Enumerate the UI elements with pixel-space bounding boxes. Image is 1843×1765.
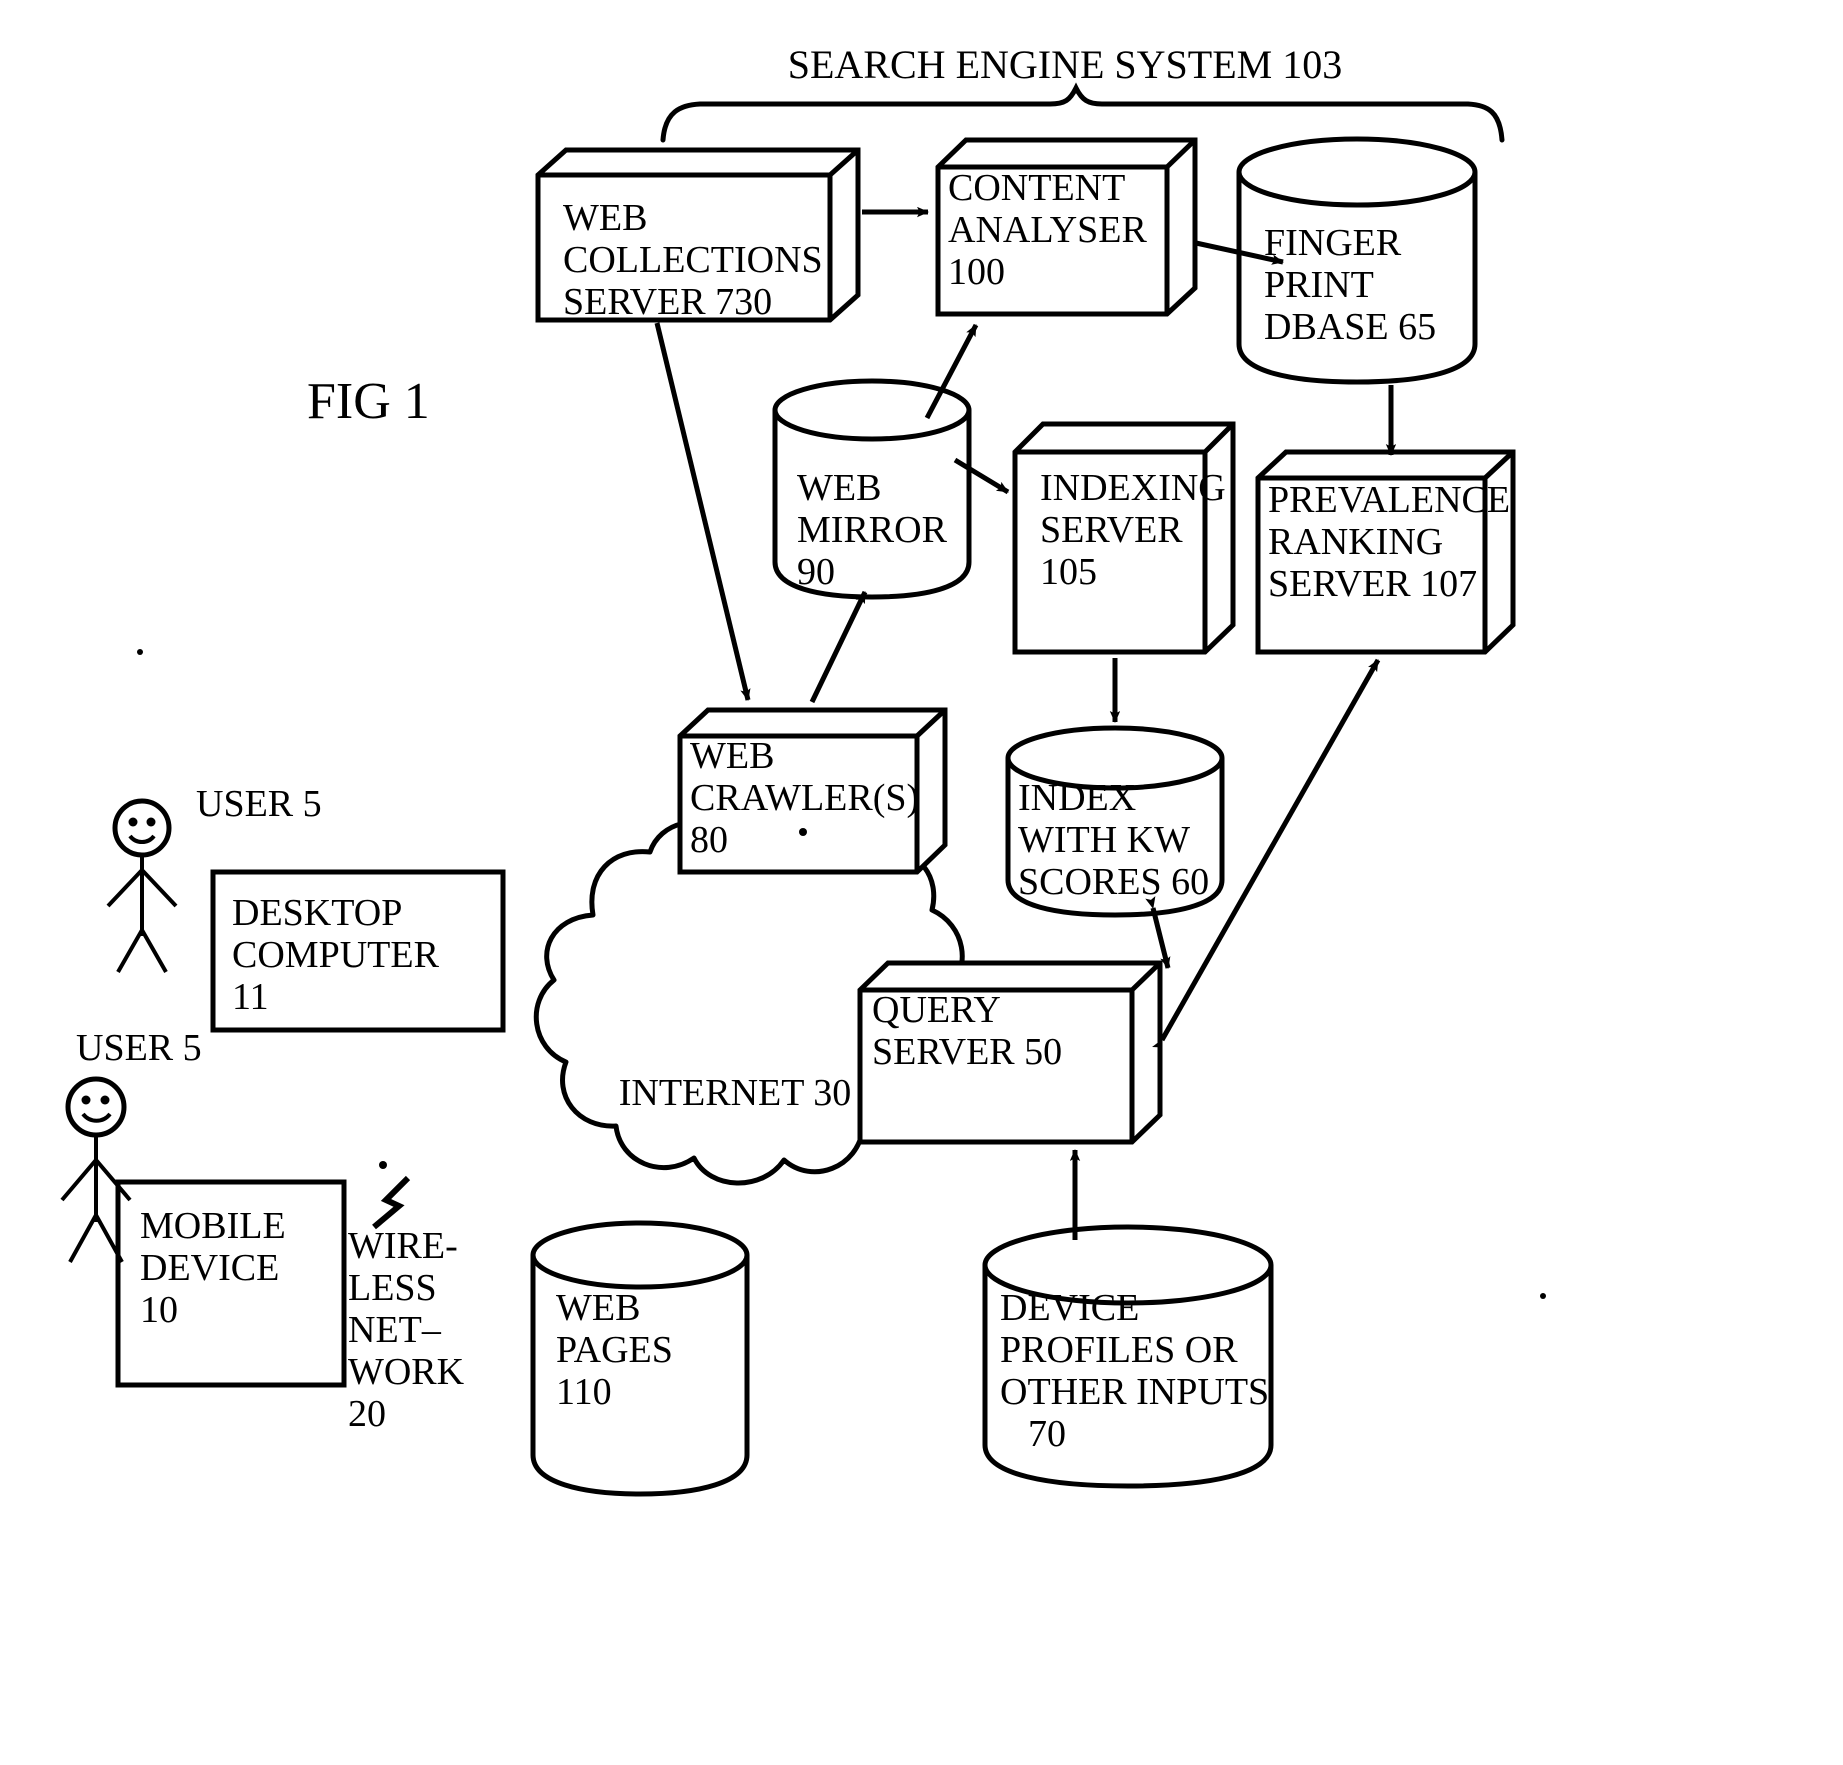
node-label: 10 [140,1289,178,1331]
node-label: MOBILE [140,1205,286,1247]
node-label: WEB [690,735,774,777]
eye-left [128,817,138,827]
node-web-crawlers: WEB CRAWLER(S) 80 [677,707,948,875]
node-label: DBASE 65 [1264,306,1436,348]
node-label: WEB [563,197,647,239]
node-label: COMPUTER [232,934,440,976]
patent-figure-1: SEARCH ENGINE SYSTEM 103 FIG 1 WEB COLLE… [0,0,1843,1765]
node-label: ANALYSER [948,209,1148,251]
system-bracket-label: SEARCH ENGINE SYSTEM 103 [788,42,1342,87]
node-label: 70 [1028,1413,1066,1455]
node-label: 105 [1040,551,1097,593]
node-device-profiles: DEVICE PROFILES OR OTHER INPUTS 70 [982,1224,1274,1489]
node-index-with-kw-scores: INDEX WITH KW SCORES 60 [1005,725,1225,918]
node-web-collections-server: WEB COLLECTIONS SERVER 730 [535,147,861,323]
head-outline [65,1076,127,1138]
node-label: PRINT [1264,264,1374,306]
eye-right [100,1095,110,1105]
figure-label: FIG 1 [307,373,430,430]
node-label: 110 [556,1371,612,1413]
eye-right [146,817,156,827]
node-label: 90 [797,551,835,593]
node-indexing-server: INDEXING SERVER 105 [1012,421,1236,655]
node-label: DEVICE [140,1247,279,1289]
node-label: FINGER [1264,222,1402,264]
node-label: SERVER [1040,509,1183,551]
node-desktop-computer: DESKTOP COMPUTER 11 [210,869,506,1033]
node-web-mirror: WEB MIRROR 90 [772,378,972,600]
node-label: 80 [690,819,728,861]
node-label: NET– [348,1309,442,1351]
node-label: WORK [348,1351,465,1393]
node-query-server: QUERY SERVER 50 [857,960,1163,1145]
scan-speck [799,828,807,836]
node-label: SCORES 60 [1018,861,1209,903]
node-label: 20 [348,1393,386,1435]
node-label: INDEXING [1040,467,1226,509]
node-content-analyser: CONTENT ANALYSER 100 [935,137,1198,317]
node-label: PROFILES OR [1000,1329,1238,1371]
node-label: MIRROR [797,509,948,551]
scan-speck [1540,1293,1546,1299]
node-label: INTERNET 30 [619,1072,852,1114]
eye-left [81,1095,91,1105]
node-label: DESKTOP [232,892,402,934]
node-label: USER 5 [196,783,322,825]
node-label: WEB [797,467,881,509]
node-label: COLLECTIONS [563,239,823,281]
node-label: OTHER INPUTS [1000,1371,1269,1413]
node-mobile-device: MOBILE DEVICE 10 [115,1179,347,1388]
node-label: USER 5 [76,1027,202,1069]
node-label: 100 [948,251,1005,293]
node-label: CRAWLER(S) [690,777,919,819]
node-label: RANKING [1268,521,1443,563]
scan-speck [137,649,143,655]
node-label: PREVALENCE [1268,479,1510,521]
node-prevalence-ranking-server: PREVALENCE RANKING SERVER 107 [1255,449,1516,655]
node-label: SERVER 730 [563,281,772,323]
node-label: DEVICE [1000,1287,1139,1329]
node-label: WIRE- [348,1225,458,1267]
bolt-dot [379,1161,387,1169]
node-label: QUERY [872,989,1001,1031]
node-label: SERVER 107 [1268,563,1477,605]
node-label: WITH KW [1018,819,1190,861]
node-label: LESS [348,1267,437,1309]
node-label: SERVER 50 [872,1031,1062,1073]
node-label: CONTENT [948,167,1125,209]
node-label: PAGES [556,1329,673,1371]
node-label: INDEX [1018,777,1136,819]
node-web-pages: WEB PAGES 110 [530,1220,750,1497]
node-label: 11 [232,976,269,1018]
node-label: WEB [556,1287,640,1329]
head-outline [112,798,172,858]
